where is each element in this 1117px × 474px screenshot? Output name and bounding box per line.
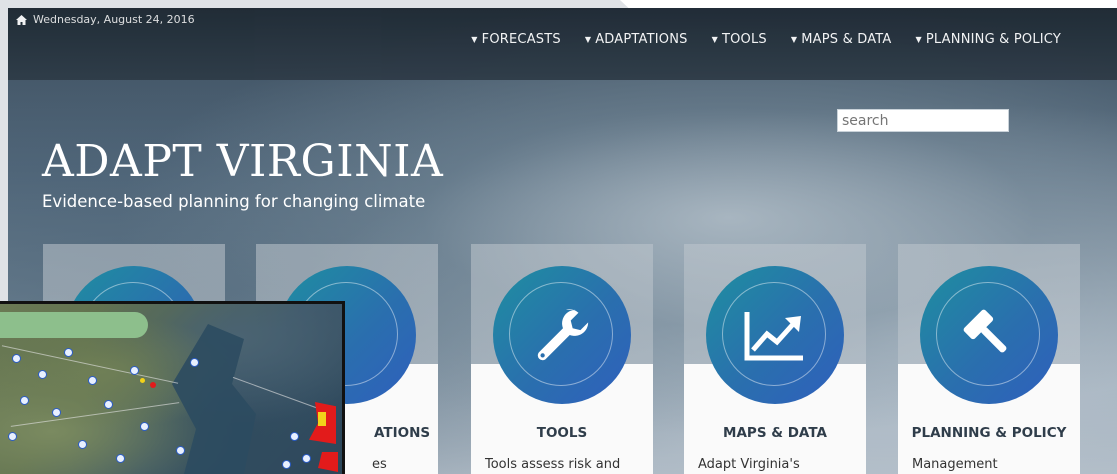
map-marker[interactable] bbox=[20, 396, 29, 405]
map-marker[interactable] bbox=[176, 446, 185, 455]
caret-down-icon: ▼ bbox=[711, 35, 718, 44]
main-nav: ▼ FORECASTS ▼ ADAPTATIONS ▼ TOOLS ▼ MAPS… bbox=[471, 32, 1061, 47]
map-flood-zone bbox=[318, 412, 326, 426]
nav-label: TOOLS bbox=[721, 32, 767, 47]
date-row: Wednesday, August 24, 2016 bbox=[16, 13, 195, 26]
card-text: Tools assess risk and bbox=[485, 457, 621, 472]
map-marker[interactable] bbox=[52, 408, 61, 417]
card-title: MAPS & DATA bbox=[723, 425, 827, 441]
map-flood-zone bbox=[318, 452, 338, 472]
nav-forecasts[interactable]: ▼ FORECASTS bbox=[471, 32, 561, 47]
caret-down-icon: ▼ bbox=[915, 35, 922, 44]
top-bar: Wednesday, August 24, 2016 ▼ FORECASTS ▼… bbox=[8, 8, 1117, 80]
map-marker[interactable] bbox=[130, 366, 139, 375]
nav-tools[interactable]: ▼ TOOLS bbox=[712, 32, 767, 47]
card-text: Adapt Virginia's bbox=[698, 457, 800, 472]
map-marker[interactable] bbox=[64, 348, 73, 357]
card-text: Management bbox=[912, 457, 998, 472]
nav-adaptations[interactable]: ▼ ADAPTATIONS bbox=[585, 32, 688, 47]
nav-maps-data[interactable]: ▼ MAPS & DATA bbox=[791, 32, 892, 47]
nav-label: MAPS & DATA bbox=[801, 32, 892, 47]
current-date: Wednesday, August 24, 2016 bbox=[33, 13, 195, 26]
nav-label: ADAPTATIONS bbox=[595, 32, 688, 47]
trend-chart-icon bbox=[744, 312, 803, 361]
card-planning-policy[interactable]: PLANNING & POLICY Management bbox=[898, 244, 1080, 474]
map-marker[interactable] bbox=[8, 432, 17, 441]
nav-label: FORECASTS bbox=[481, 32, 561, 47]
caret-down-icon: ▼ bbox=[790, 35, 798, 44]
gavel-icon-circle bbox=[920, 266, 1058, 404]
caret-down-icon: ▼ bbox=[471, 35, 478, 44]
map-marker[interactable] bbox=[78, 440, 87, 449]
site-title: ADAPT VIRGINIA bbox=[42, 136, 444, 187]
map-marker[interactable] bbox=[104, 400, 113, 409]
map-marker[interactable] bbox=[282, 460, 291, 469]
gavel-icon bbox=[963, 309, 1007, 353]
map-marker[interactable] bbox=[140, 422, 149, 431]
map-road bbox=[10, 402, 180, 427]
map-point-yellow bbox=[140, 378, 145, 383]
nav-label: PLANNING & POLICY bbox=[925, 32, 1061, 47]
map-marker[interactable] bbox=[290, 432, 299, 441]
map-inset[interactable] bbox=[0, 301, 345, 474]
map-marker[interactable] bbox=[302, 454, 311, 463]
wrench-icon bbox=[537, 309, 589, 361]
map-label-bar bbox=[0, 312, 148, 338]
card-title: TOOLS bbox=[536, 425, 588, 441]
trend-chart-icon-circle bbox=[706, 266, 844, 404]
home-icon[interactable] bbox=[16, 14, 27, 25]
map-marker[interactable] bbox=[38, 370, 47, 379]
map-marker[interactable] bbox=[116, 454, 125, 463]
map-marker[interactable] bbox=[190, 358, 199, 367]
search-input[interactable] bbox=[837, 109, 1009, 132]
map-marker[interactable] bbox=[12, 354, 21, 363]
nav-planning-policy[interactable]: ▼ PLANNING & POLICY bbox=[916, 32, 1061, 47]
map-point-red bbox=[150, 382, 156, 388]
caret-down-icon: ▼ bbox=[584, 35, 592, 44]
card-title: PLANNING & POLICY bbox=[911, 425, 1067, 441]
card-tools[interactable]: TOOLS Tools assess risk and bbox=[471, 244, 653, 474]
card-maps-data[interactable]: MAPS & DATA Adapt Virginia's bbox=[684, 244, 866, 474]
site-subtitle: Evidence-based planning for changing cli… bbox=[42, 192, 426, 211]
wrench-icon-circle bbox=[493, 266, 631, 404]
map-marker[interactable] bbox=[88, 376, 97, 385]
